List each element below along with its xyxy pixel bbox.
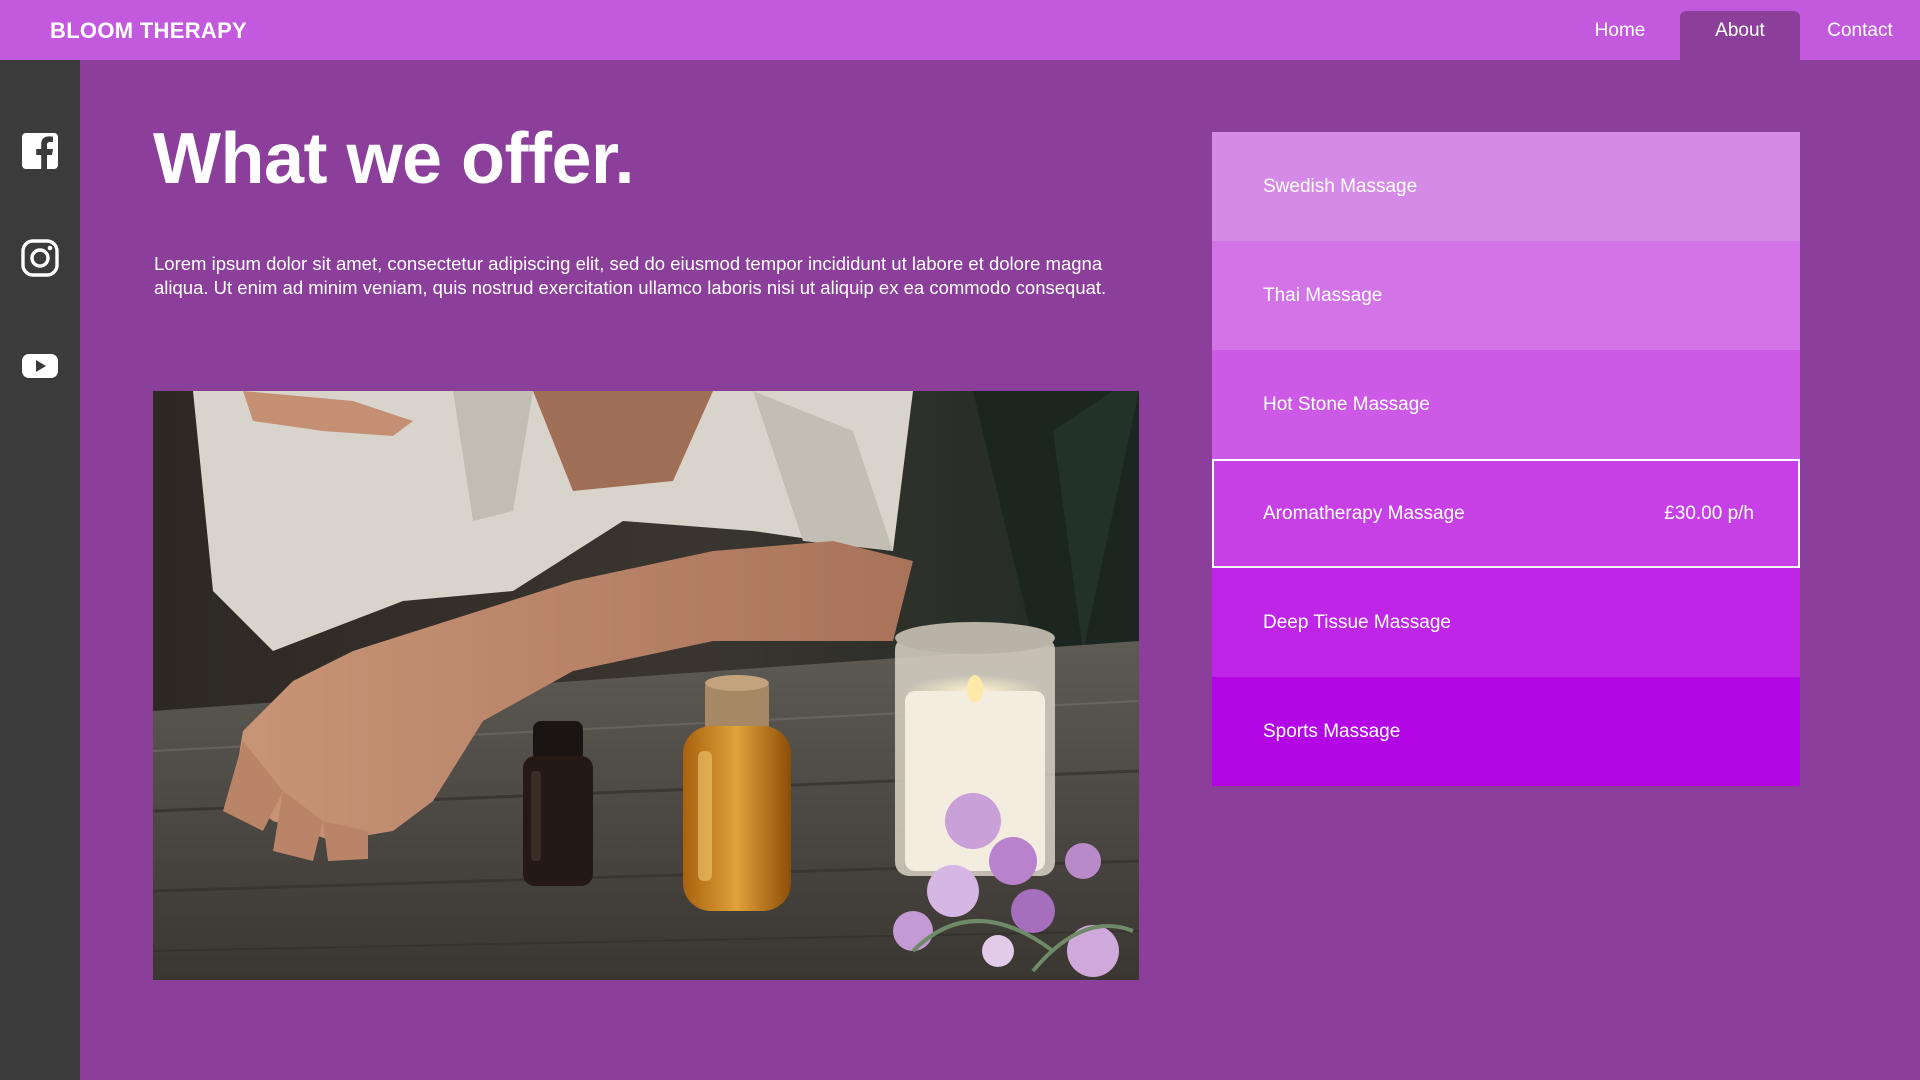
service-price: £30.00 p/h [1664, 502, 1754, 524]
nav-about-link[interactable]: About [1680, 11, 1800, 60]
facebook-icon[interactable] [20, 131, 60, 171]
service-item-hot-stone[interactable]: Hot Stone Massage [1212, 350, 1800, 459]
page-title: What we offer. [153, 119, 635, 199]
instagram-icon[interactable] [20, 238, 60, 278]
service-name: Thai Massage [1263, 284, 1383, 306]
service-name: Sports Massage [1263, 720, 1401, 742]
brand-logo[interactable]: BLOOM THERAPY [50, 18, 247, 44]
service-name: Hot Stone Massage [1263, 393, 1430, 415]
aromatherapy-photo [153, 391, 1139, 980]
main-nav: Home About Contact [1560, 11, 1920, 60]
service-item-aromatherapy[interactable]: Aromatherapy Massage £30.00 p/h [1212, 459, 1800, 568]
service-item-deep-tissue[interactable]: Deep Tissue Massage [1212, 568, 1800, 677]
service-name: Deep Tissue Massage [1263, 611, 1451, 633]
top-navigation-bar: BLOOM THERAPY Home About Contact [0, 0, 1920, 60]
service-name: Aromatherapy Massage [1263, 502, 1465, 524]
service-item-sports[interactable]: Sports Massage [1212, 677, 1800, 786]
intro-paragraph: Lorem ipsum dolor sit amet, consectetur … [154, 253, 1107, 298]
social-sidebar [0, 60, 80, 1080]
services-list: Swedish Massage Thai Massage Hot Stone M… [1212, 132, 1800, 786]
nav-home-link[interactable]: Home [1560, 11, 1680, 60]
service-item-swedish[interactable]: Swedish Massage [1212, 132, 1800, 241]
nav-contact-link[interactable]: Contact [1800, 11, 1920, 60]
service-name: Swedish Massage [1263, 175, 1418, 197]
youtube-icon[interactable] [20, 346, 60, 386]
service-item-thai[interactable]: Thai Massage [1212, 241, 1800, 350]
